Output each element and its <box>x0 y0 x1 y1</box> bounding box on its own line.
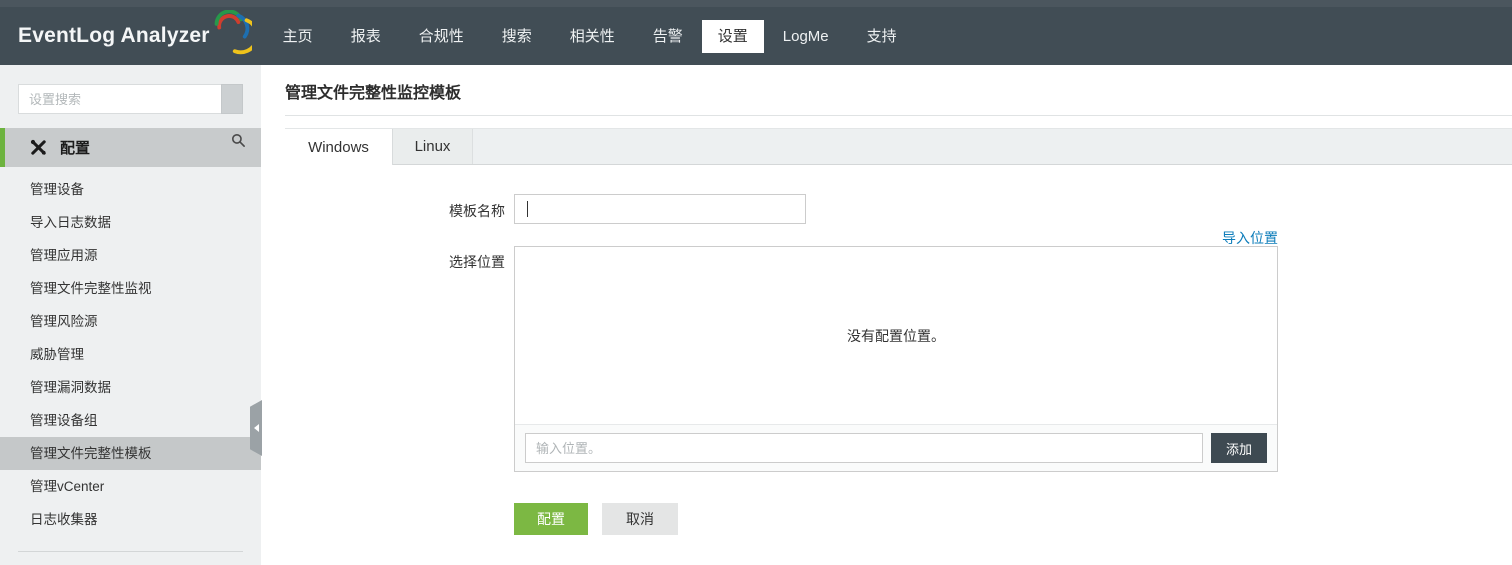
main-content: 管理文件完整性监控模板 Windows Linux 模板名称 导入位置 选择位置… <box>261 65 1512 565</box>
sidebar-item-manage-fim[interactable]: 管理文件完整性监视 <box>0 272 261 305</box>
sidebar-menu: 管理设备 导入日志数据 管理应用源 管理文件完整性监视 管理风险源 威胁管理 管… <box>0 167 261 536</box>
import-locations-link[interactable]: 导入位置 <box>1222 230 1278 246</box>
logo-swirl-icon <box>214 10 252 55</box>
fim-template-form: 模板名称 导入位置 选择位置 没有配置位置。 添加 配置 取消 <box>285 194 1512 535</box>
nav-item-support[interactable]: 支持 <box>848 20 916 53</box>
sidebar-search-input[interactable] <box>18 84 221 114</box>
top-nav-menu: 主页 报表 合规性 搜索 相关性 告警 设置 LogMe 支持 <box>264 7 916 65</box>
sidebar-search <box>18 84 243 114</box>
location-entry-strip: 添加 <box>515 424 1277 471</box>
nav-item-home[interactable]: 主页 <box>264 20 332 53</box>
import-link-row: 导入位置 <box>514 228 1278 246</box>
sidebar-section-configuration[interactable]: 配置 <box>0 128 261 167</box>
title-divider <box>285 115 1512 116</box>
app-logo-text: EventLog Analyzer <box>18 24 210 47</box>
location-input[interactable] <box>525 433 1203 463</box>
sidebar-item-log-collector[interactable]: 日志收集器 <box>0 503 261 536</box>
sidebar-item-manage-vcenter[interactable]: 管理vCenter <box>0 470 261 503</box>
cancel-button[interactable]: 取消 <box>602 503 678 535</box>
page-title: 管理文件完整性监控模板 <box>285 85 462 102</box>
configure-button[interactable]: 配置 <box>514 503 588 535</box>
nav-item-settings[interactable]: 设置 <box>701 19 764 53</box>
no-locations-message: 没有配置位置。 <box>847 327 945 344</box>
top-navbar: EventLog Analyzer 主页 报表 合规性 搜索 相关性 告警 设置… <box>0 0 1512 65</box>
add-location-button[interactable]: 添加 <box>1211 433 1267 463</box>
form-buttons: 配置 取消 <box>514 503 1278 535</box>
sidebar-item-import-log-data[interactable]: 导入日志数据 <box>0 206 261 239</box>
app-logo[interactable]: EventLog Analyzer <box>0 10 252 56</box>
select-location-label: 选择位置 <box>449 254 505 270</box>
sidebar-item-manage-risk-sources[interactable]: 管理风险源 <box>0 305 261 338</box>
nav-item-correlation[interactable]: 相关性 <box>551 20 634 53</box>
locations-box: 没有配置位置。 添加 <box>514 246 1278 472</box>
sidebar-item-manage-devices[interactable]: 管理设备 <box>0 173 261 206</box>
nav-item-logme[interactable]: LogMe <box>764 20 848 53</box>
nav-item-compliance[interactable]: 合规性 <box>400 20 483 53</box>
sidebar-item-manage-device-groups[interactable]: 管理设备组 <box>0 404 261 437</box>
sidebar-item-threat-management[interactable]: 威胁管理 <box>0 338 261 371</box>
nav-item-reports[interactable]: 报表 <box>332 20 400 53</box>
tab-linux[interactable]: Linux <box>393 129 473 164</box>
settings-sidebar: 配置 管理设备 导入日志数据 管理应用源 管理文件完整性监视 管理风险源 威胁管… <box>0 65 262 565</box>
template-name-input[interactable] <box>514 194 806 224</box>
template-name-label: 模板名称 <box>449 203 505 219</box>
sidebar-item-manage-application-sources[interactable]: 管理应用源 <box>0 239 261 272</box>
text-cursor <box>527 201 528 217</box>
sidebar-item-manage-fim-templates[interactable]: 管理文件完整性模板 <box>0 437 261 470</box>
nav-item-search[interactable]: 搜索 <box>483 20 551 53</box>
os-tabstrip: Windows Linux <box>285 128 1512 165</box>
sidebar-search-button[interactable] <box>221 84 243 114</box>
sidebar-collapse-handle[interactable] <box>250 400 262 456</box>
sidebar-divider <box>18 551 243 552</box>
collapse-left-arrow-icon <box>253 424 259 432</box>
sidebar-section-title: 配置 <box>60 140 91 157</box>
sidebar-section-search-icon[interactable] <box>231 133 246 153</box>
tab-windows[interactable]: Windows <box>285 129 393 165</box>
nav-item-alerts[interactable]: 告警 <box>634 20 702 53</box>
sidebar-item-manage-vulnerability-data[interactable]: 管理漏洞数据 <box>0 371 261 404</box>
tools-icon <box>29 138 48 157</box>
